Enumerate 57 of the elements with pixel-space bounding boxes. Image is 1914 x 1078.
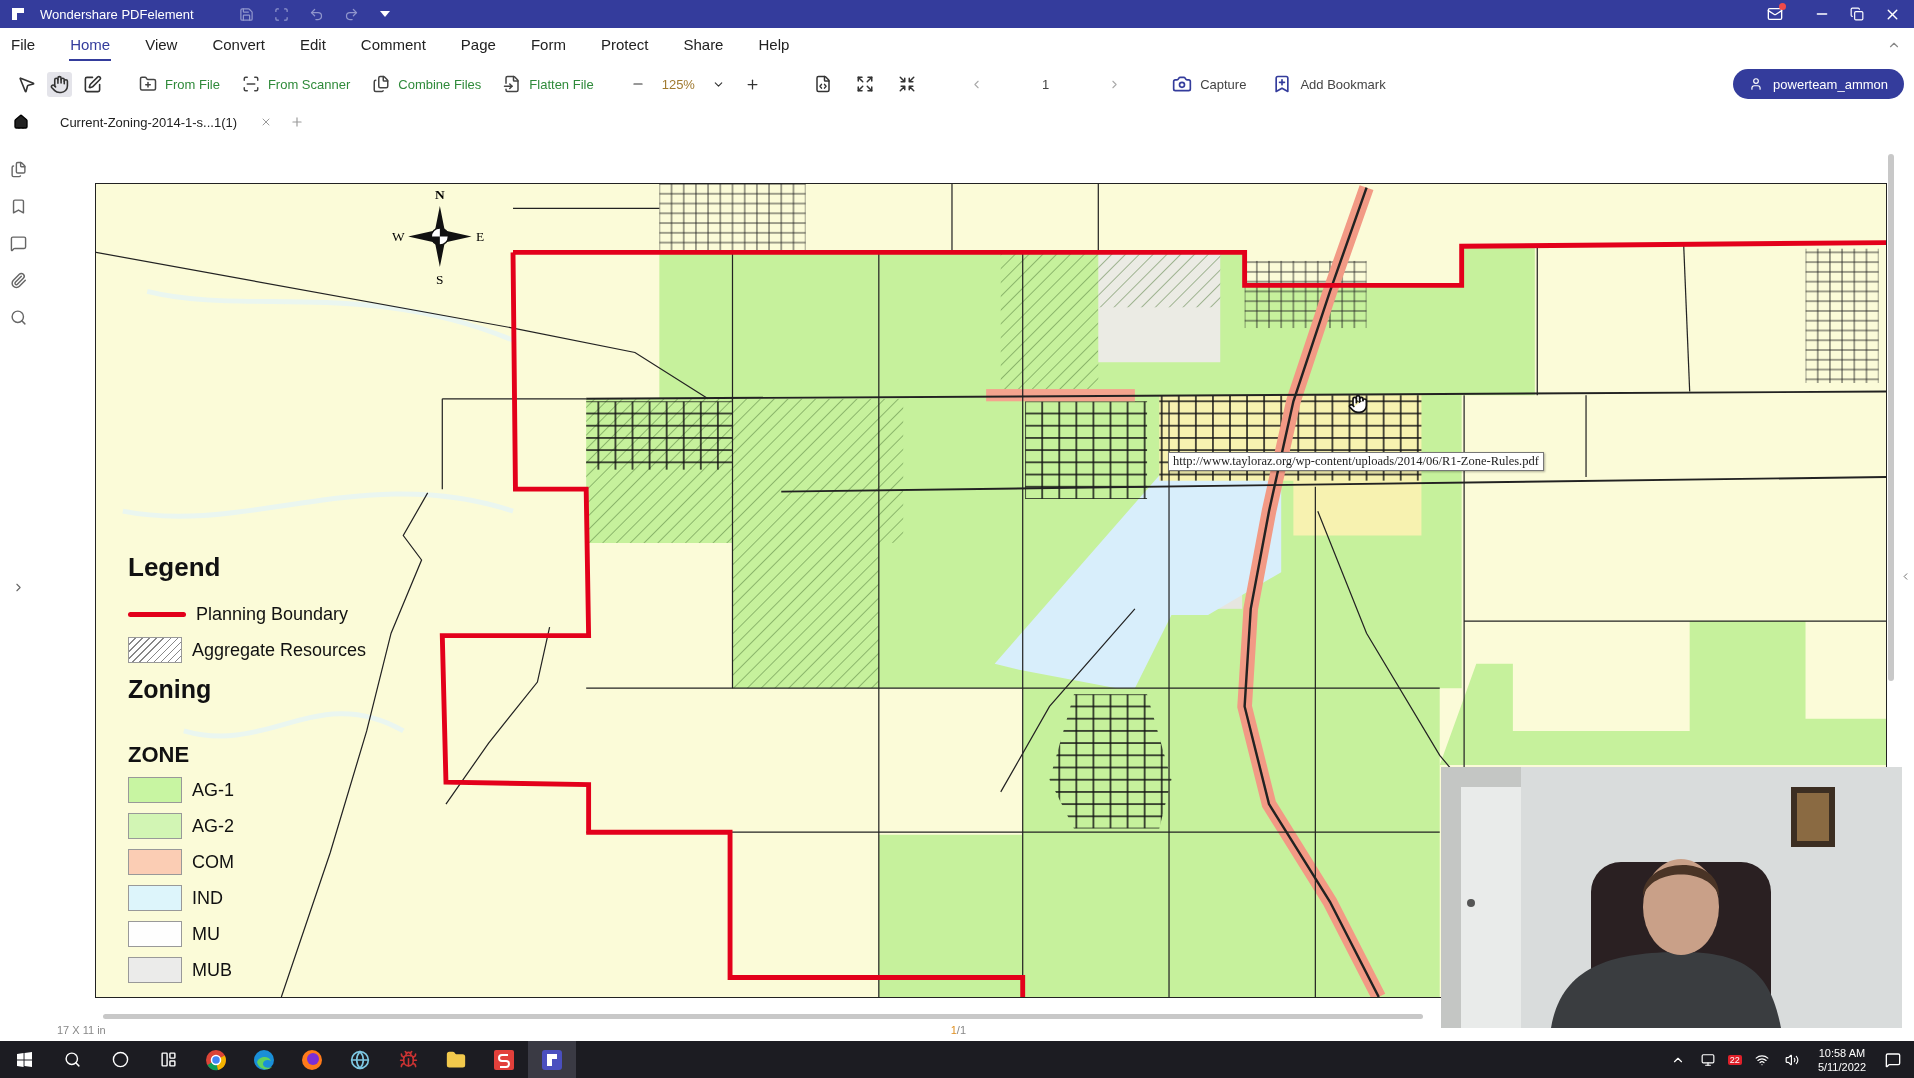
user-button[interactable]: powerteam_ammon: [1733, 69, 1904, 99]
menu-item[interactable]: File: [10, 29, 37, 61]
toolbar-button[interactable]: Combine Files: [368, 72, 486, 96]
toolbar-button[interactable]: From Scanner: [237, 72, 355, 96]
files-icon: [372, 75, 391, 93]
pdf-app-icon[interactable]: [528, 1041, 576, 1078]
add-bookmark-button[interactable]: Add Bookmark: [1268, 71, 1390, 97]
link-tooltip: http://www.tayloraz.org/wp-content/uploads/2014/06/R1-Zone-Rules.pdf: [1168, 452, 1544, 471]
legend-label: COM: [192, 851, 234, 873]
folder-plus-icon: [139, 75, 157, 93]
legend-label: AG-2: [192, 815, 234, 837]
menu-item[interactable]: Form: [529, 29, 567, 61]
legend-label: Planning Boundary: [196, 603, 349, 625]
legend-title: Legend: [128, 552, 222, 584]
menu-item[interactable]: Comment: [359, 29, 427, 61]
menu-item[interactable]: Edit: [298, 29, 327, 61]
app-logo-icon: [10, 6, 26, 22]
capture-button[interactable]: Capture: [1168, 71, 1251, 97]
compass-label: E: [476, 229, 485, 245]
legend-label: AG-1: [192, 779, 234, 801]
legend-label: IND: [192, 887, 223, 909]
menu-item[interactable]: Convert: [211, 29, 266, 61]
compass-label: W: [392, 229, 405, 245]
hand-icon[interactable]: [47, 71, 72, 97]
compass-icon: [408, 205, 472, 267]
camera-icon: [1172, 74, 1193, 94]
boundary-line-swatch: [128, 611, 186, 617]
user-icon: [1749, 77, 1764, 91]
menu-item[interactable]: View: [144, 29, 179, 61]
clock[interactable]: 10:58 AM 5/11/2022: [1817, 1045, 1866, 1074]
scrollbar[interactable]: [1888, 154, 1894, 681]
legend-heading: Zoning: [128, 674, 213, 704]
mail-icon[interactable]: [1767, 6, 1783, 22]
legend-heading: ZONE: [128, 741, 191, 769]
menu-item[interactable]: Protect: [599, 29, 650, 61]
page-number[interactable]: 1: [1041, 76, 1050, 92]
compass-label: N: [435, 186, 445, 202]
menu-item[interactable]: Share: [682, 29, 725, 61]
notification-badge: 22: [1727, 1054, 1742, 1065]
legend-label: MUB: [192, 959, 232, 981]
document-tab[interactable]: Current-Zoning-2014-1-s...1(1): [44, 111, 246, 133]
scrollbar[interactable]: [103, 1014, 1423, 1019]
page-indicator: 1/1: [950, 1024, 967, 1036]
zoom-level[interactable]: 125%: [655, 76, 701, 92]
page-size: 17 X 11 in: [57, 1024, 106, 1036]
scanner-icon: [241, 75, 260, 93]
flatten-icon: [503, 75, 522, 93]
hatch-swatch: [128, 637, 182, 663]
window-title: Wondershare PDFelement: [40, 6, 194, 22]
legend-label: MU: [192, 923, 220, 945]
menu-item[interactable]: Home: [69, 29, 112, 61]
menu-item[interactable]: Help: [757, 29, 791, 61]
toolbar-button[interactable]: Flatten File: [499, 72, 598, 96]
menu-item[interactable]: Page: [459, 29, 497, 61]
toolbar-button[interactable]: From File: [135, 72, 224, 96]
compass-label: S: [436, 272, 444, 288]
legend-label: Aggregate Resources: [192, 639, 367, 661]
